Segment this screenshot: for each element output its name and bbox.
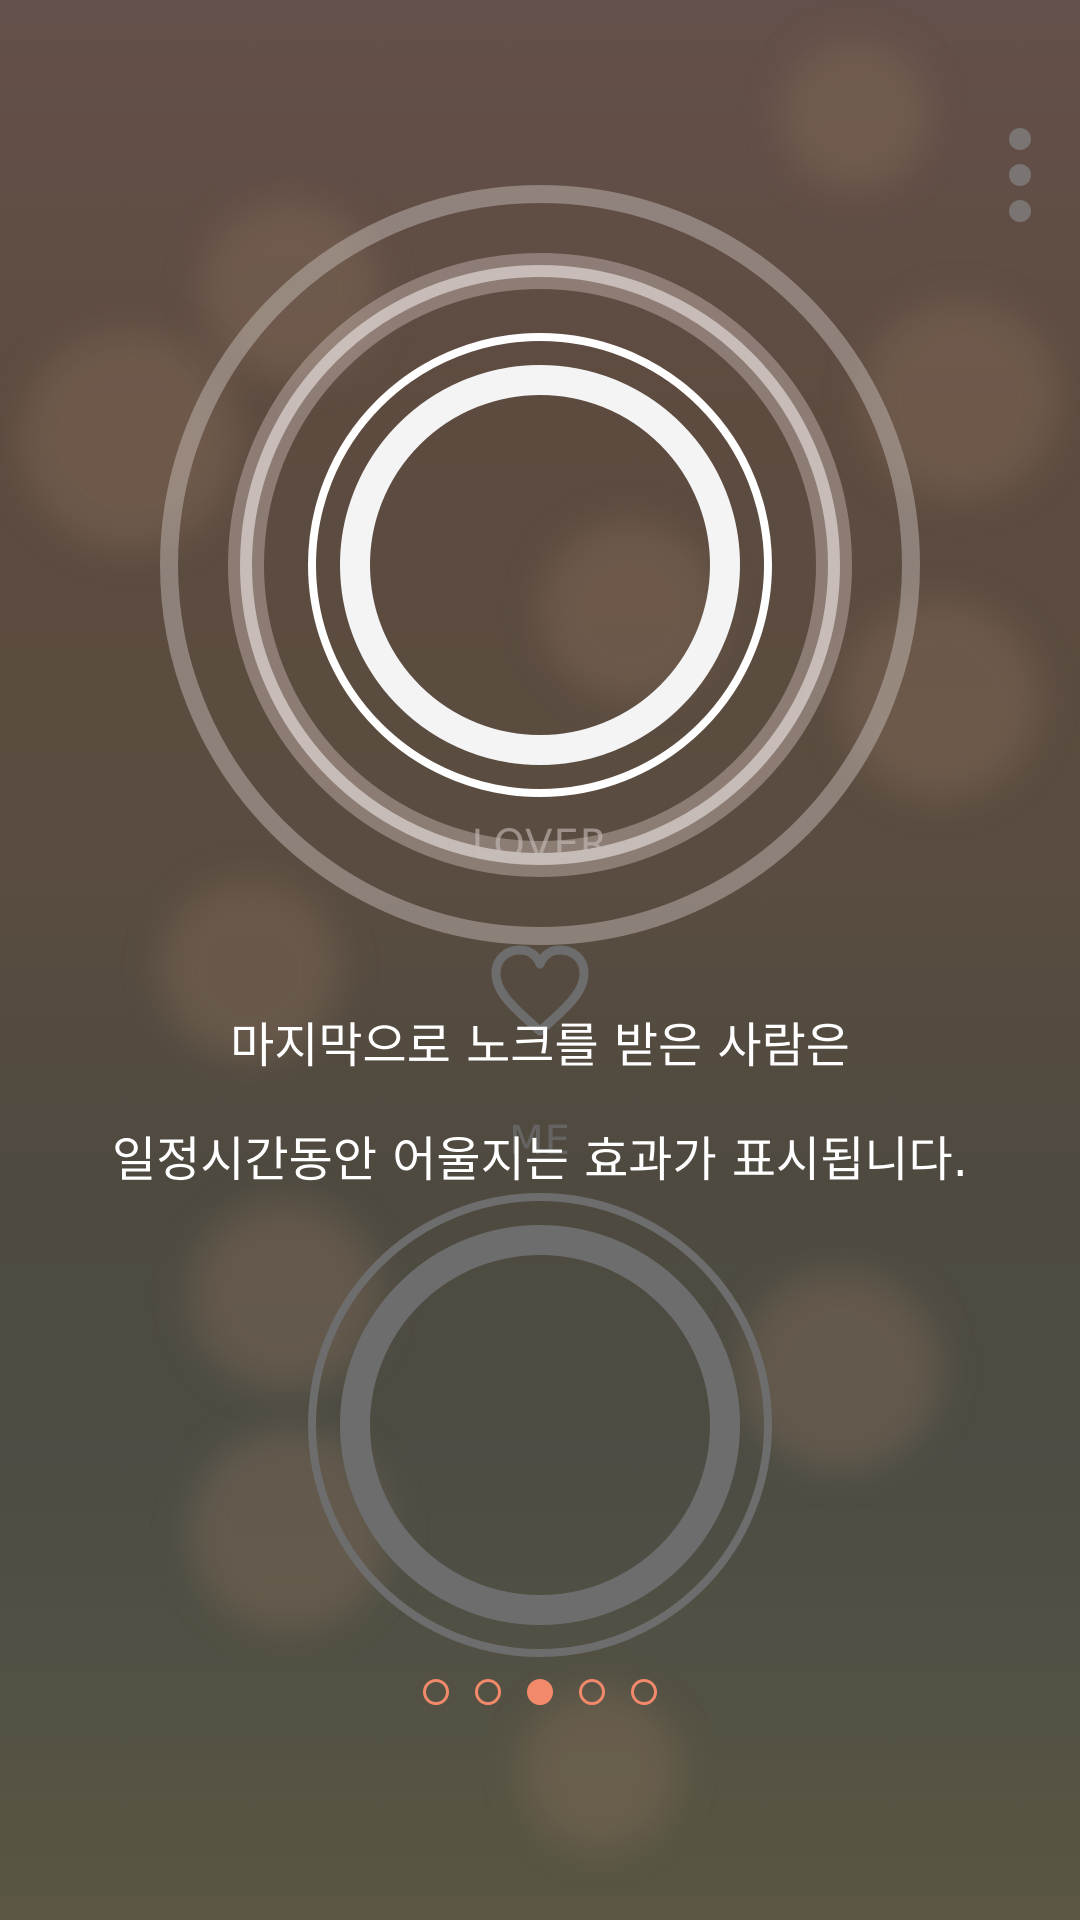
page-dot-3-active[interactable] — [527, 1679, 553, 1705]
menu-dot — [1009, 200, 1031, 222]
menu-dot — [1009, 164, 1031, 186]
page-dot-2[interactable] — [475, 1679, 501, 1705]
tutorial-screen[interactable]: LOVER ME 마지막으로 노크를 받은 사람은 일정시간동안 어울지는 효과… — [0, 0, 1080, 1920]
page-dot-4[interactable] — [579, 1679, 605, 1705]
me-ring-thick — [340, 1225, 740, 1625]
bokeh-light — [520, 1690, 680, 1850]
lover-label: LOVER — [471, 822, 609, 868]
lover-ring-thick — [340, 365, 740, 765]
tutorial-caption-line1: 마지막으로 노크를 받은 사람은 — [230, 1018, 850, 1074]
bokeh-light — [780, 40, 930, 190]
page-dot-5[interactable] — [631, 1679, 657, 1705]
page-dot-1[interactable] — [423, 1679, 449, 1705]
tutorial-caption-line2: 일정시간동안 어울지는 효과가 표시됩니다. — [112, 1132, 968, 1188]
more-vertical-icon[interactable] — [990, 120, 1050, 230]
menu-dot — [1009, 128, 1031, 150]
